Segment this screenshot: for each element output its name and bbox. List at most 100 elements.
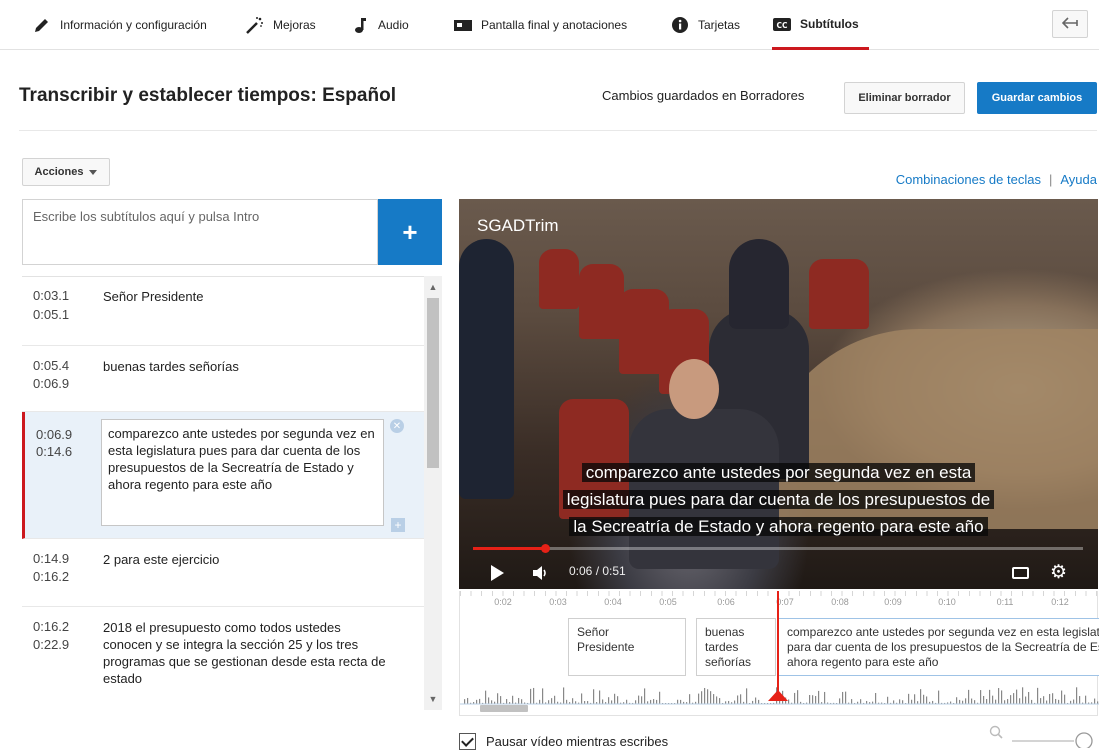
timeline[interactable]: 0:02 0:03 0:04 0:05 0:06 0:07 0:08 0:09 …: [459, 591, 1099, 716]
actions-label: Acciones: [34, 166, 84, 178]
magnifier-icon: [989, 725, 1003, 739]
subtitle-start: 0:06.9: [36, 427, 73, 442]
tab-subtitulos[interactable]: CC Subtítulos: [772, 0, 869, 50]
video-caption-line: comparezco ante ustedes por segunda vez …: [459, 459, 1098, 486]
timeline-cue[interactable]: buenas tardes señorías: [696, 618, 776, 676]
svg-text:CC: CC: [776, 21, 788, 30]
tab-pantalla-final[interactable]: Pantalla final y anotaciones: [453, 0, 627, 50]
subtitle-start: 0:16.2: [33, 619, 70, 634]
subtitle-row[interactable]: 0:05.4 0:06.9 buenas tardes señorías: [22, 346, 424, 412]
subtitle-start: 0:05.4: [33, 358, 70, 373]
subtitle-list-scrollbar[interactable]: ▲ ▼: [424, 276, 442, 710]
video-controls: 0:06 / 0:51 ⚙: [459, 553, 1098, 589]
insert-subtitle-icon[interactable]: +: [391, 518, 405, 532]
zoom-slider-handle: [1075, 732, 1093, 750]
info-icon: [670, 15, 690, 35]
timeline-tick: 0:04: [604, 597, 622, 607]
subtitle-end: 0:05.1: [33, 307, 70, 322]
pause-video-option[interactable]: Pausar vídeo mientras escribes: [459, 733, 668, 750]
save-status: Cambios guardados en Borradores: [602, 88, 805, 103]
timeline-cue[interactable]: Señor Presidente: [568, 618, 686, 676]
keyboard-shortcuts-link[interactable]: Combinaciones de teclas: [896, 172, 1041, 187]
subtitle-row[interactable]: 0:14.9 0:16.2 2 para este ejercicio: [22, 539, 424, 607]
subtitle-row-selected[interactable]: 0:06.9 0:14.6 comparezco ante ustedes po…: [22, 412, 424, 539]
top-navigation: Información y configuración Mejoras Audi…: [0, 0, 1099, 50]
top-links: Combinaciones de teclas | Ayuda: [896, 172, 1097, 187]
tab-audio[interactable]: Audio: [350, 0, 409, 50]
video-caption-line: la Secreatría de Estado y ahora regento …: [459, 513, 1098, 540]
scroll-up-icon[interactable]: ▲: [424, 278, 442, 296]
timeline-tick: 0:09: [884, 597, 902, 607]
timeline-zoom-slider[interactable]: [988, 724, 1098, 750]
subtitle-row[interactable]: 0:16.2 0:22.9 2018 el presupuesto como t…: [22, 607, 424, 710]
timeline-tick: 0:02: [494, 597, 512, 607]
scroll-down-icon[interactable]: ▼: [424, 690, 442, 708]
delete-subtitle-icon[interactable]: ✕: [390, 419, 404, 433]
timeline-tick: 0:08: [831, 597, 849, 607]
subtitle-start: 0:03.1: [33, 288, 70, 303]
video-progress-bar[interactable]: [473, 544, 1083, 553]
music-note-icon: [350, 15, 370, 35]
subtitle-edit-field[interactable]: comparezco ante ustedes por segunda vez …: [101, 419, 384, 526]
actions-dropdown[interactable]: Acciones: [22, 158, 110, 186]
subtitle-row[interactable]: 0:03.1 0:05.1 Señor Presidente: [22, 277, 424, 346]
tab-mejoras[interactable]: Mejoras: [245, 0, 316, 50]
cue-text: buenas tardes señorías: [705, 625, 752, 669]
link-separator: |: [1048, 172, 1053, 187]
playhead-handle-icon[interactable]: [768, 690, 788, 701]
timeline-tick: 0:06: [717, 597, 735, 607]
magic-wand-icon: [245, 15, 265, 35]
pencil-icon: [32, 15, 52, 35]
save-changes-button[interactable]: Guardar cambios: [977, 82, 1097, 114]
cue-text: comparezco ante ustedes por segunda vez …: [787, 625, 1099, 669]
video-time: 0:06 / 0:51: [569, 564, 626, 578]
video-progress-handle[interactable]: [540, 544, 550, 553]
subtitle-text: 2018 el presupuesto como todos ustedes c…: [103, 620, 386, 686]
video-caption-line: legislatura pues para dar cuenta de los …: [459, 486, 1098, 513]
subtitle-input-box: [22, 199, 378, 265]
subtitle-input[interactable]: [23, 200, 377, 264]
cc-icon: CC: [772, 14, 792, 34]
subtitle-text: 2 para este ejercicio: [103, 552, 220, 567]
help-link[interactable]: Ayuda: [1060, 172, 1097, 187]
tab-label: Información y configuración: [60, 18, 207, 32]
subtitle-end: 0:14.6: [36, 444, 73, 459]
video-progress-played: [473, 547, 545, 550]
volume-icon[interactable]: [532, 565, 550, 584]
subtitle-list: 0:03.1 0:05.1 Señor Presidente 0:05.4 0:…: [22, 276, 442, 710]
timeline-playhead[interactable]: [777, 591, 779, 701]
subtitles-toggle-icon[interactable]: [1012, 567, 1029, 579]
video-player[interactable]: SGADTrim comparezco ante ustedes por seg…: [459, 199, 1098, 589]
pause-checkbox[interactable]: [459, 733, 476, 750]
page-title: Transcribir y establecer tiempos: Españo…: [19, 85, 396, 106]
timeline-tick: 0:03: [549, 597, 567, 607]
add-subtitle-button[interactable]: +: [378, 199, 442, 265]
caret-down-icon: [89, 169, 98, 175]
tab-informacion[interactable]: Información y configuración: [32, 0, 207, 50]
cue-text: Señor Presidente: [577, 625, 635, 654]
delete-draft-button[interactable]: Eliminar borrador: [844, 82, 965, 114]
scrollbar-thumb[interactable]: [427, 298, 439, 468]
tab-label: Tarjetas: [698, 18, 741, 32]
timeline-tick: 0:11: [996, 597, 1014, 607]
end-screen-icon: [453, 15, 473, 35]
play-icon[interactable]: [491, 565, 504, 581]
settings-gear-icon[interactable]: ⚙: [1050, 561, 1067, 584]
timeline-cue-active[interactable]: comparezco ante ustedes por segunda vez …: [778, 618, 1099, 676]
timeline-tick: 0:10: [938, 597, 956, 607]
timeline-tick: 0:05: [659, 597, 677, 607]
subtitle-end: 0:16.2: [33, 569, 70, 584]
timeline-tick: 0:12: [1051, 597, 1069, 607]
tab-label: Audio: [378, 18, 409, 32]
timeline-scrollbar-thumb[interactable]: [480, 705, 528, 712]
subtitle-end: 0:22.9: [33, 637, 70, 652]
header-divider: [19, 130, 1097, 131]
back-button[interactable]: [1052, 10, 1088, 38]
tab-label: Pantalla final y anotaciones: [481, 18, 628, 32]
tab-label: Subtítulos: [800, 16, 859, 31]
back-arrow-icon: [1061, 16, 1078, 32]
tab-tarjetas[interactable]: Tarjetas: [670, 0, 740, 50]
subtitle-end: 0:06.9: [33, 376, 70, 391]
subtitle-start: 0:14.9: [33, 551, 70, 566]
subtitle-text: buenas tardes señorías: [103, 359, 239, 374]
